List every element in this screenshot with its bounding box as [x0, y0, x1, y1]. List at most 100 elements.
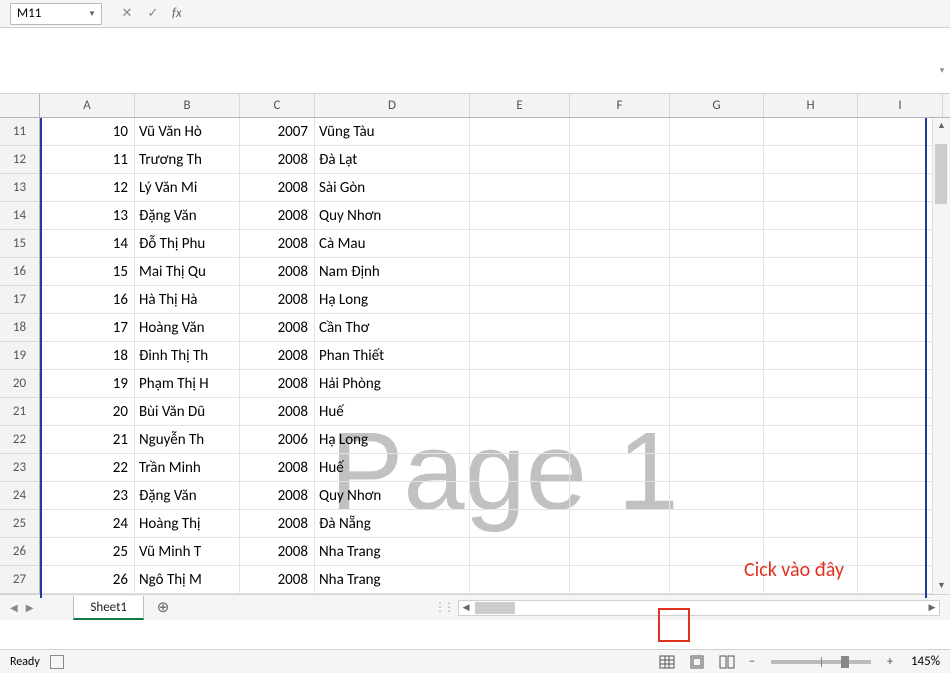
cell[interactable]: 21 [40, 426, 135, 453]
cell[interactable] [470, 426, 570, 453]
cell[interactable] [470, 482, 570, 509]
cell[interactable] [570, 174, 670, 201]
cell[interactable] [764, 398, 858, 425]
zoom-slider[interactable] [771, 660, 871, 664]
cell[interactable]: Lý Văn Mi [135, 174, 240, 201]
cell[interactable] [764, 426, 858, 453]
cell[interactable] [670, 314, 764, 341]
cell[interactable] [858, 538, 943, 565]
cell[interactable]: Hà Thị Hà [135, 286, 240, 313]
cell[interactable] [858, 482, 943, 509]
cell[interactable] [764, 510, 858, 537]
cell[interactable]: Nha Trang [315, 566, 470, 593]
view-page-break-button[interactable] [715, 652, 739, 672]
cell[interactable] [670, 146, 764, 173]
sheet-nav-buttons[interactable]: ◀ ▶ [0, 601, 43, 614]
cell[interactable]: 11 [40, 146, 135, 173]
select-all-triangle[interactable] [0, 94, 40, 117]
cell[interactable]: 26 [40, 566, 135, 593]
cell[interactable] [470, 258, 570, 285]
cell[interactable]: Hoàng Thị [135, 510, 240, 537]
cell[interactable] [670, 118, 764, 145]
row-header[interactable]: 11 [0, 118, 40, 146]
name-box[interactable]: M11 ▼ [10, 3, 102, 25]
cell[interactable]: 19 [40, 370, 135, 397]
cell[interactable] [858, 454, 943, 481]
cell[interactable]: 13 [40, 202, 135, 229]
cell[interactable]: Vũ Minh T [135, 538, 240, 565]
cell[interactable]: 2006 [240, 426, 315, 453]
add-sheet-button[interactable]: ⊕ [152, 597, 174, 619]
cell[interactable] [470, 118, 570, 145]
cell[interactable]: Trương Th [135, 146, 240, 173]
col-header-H[interactable]: H [764, 94, 858, 117]
cell[interactable]: 2008 [240, 230, 315, 257]
cell[interactable] [858, 510, 943, 537]
cell[interactable]: Bùi Văn Dũ [135, 398, 240, 425]
row-header[interactable]: 24 [0, 482, 40, 510]
row-header[interactable]: 23 [0, 454, 40, 482]
cell[interactable]: 24 [40, 510, 135, 537]
cell[interactable] [764, 314, 858, 341]
cell[interactable] [470, 174, 570, 201]
cell[interactable]: 2008 [240, 146, 315, 173]
col-header-A[interactable]: A [40, 94, 135, 117]
cell[interactable]: Phạm Thị H [135, 370, 240, 397]
cell[interactable]: Đà Lạt [315, 146, 470, 173]
col-header-C[interactable]: C [240, 94, 315, 117]
cell[interactable]: Ngô Thị M [135, 566, 240, 593]
cell[interactable]: 2008 [240, 202, 315, 229]
cell[interactable]: 2008 [240, 258, 315, 285]
cell[interactable] [570, 538, 670, 565]
cell[interactable] [670, 342, 764, 369]
cell[interactable] [858, 230, 943, 257]
cell[interactable] [764, 342, 858, 369]
cell[interactable]: Quy Nhơn [315, 482, 470, 509]
cell[interactable] [570, 510, 670, 537]
cell[interactable]: 2008 [240, 286, 315, 313]
sheet-tab-sheet1[interactable]: Sheet1 [73, 596, 144, 620]
cell[interactable]: Hải Phòng [315, 370, 470, 397]
cell[interactable] [670, 230, 764, 257]
scroll-right-icon[interactable]: ▶ [925, 602, 939, 613]
row-header[interactable]: 12 [0, 146, 40, 174]
cell[interactable]: Nguyễn Th [135, 426, 240, 453]
cell[interactable]: Huế [315, 398, 470, 425]
cell[interactable]: 10 [40, 118, 135, 145]
cell[interactable]: Sài Gòn [315, 174, 470, 201]
cell[interactable] [470, 454, 570, 481]
tab-resize-grip[interactable]: ⋮⋮ [434, 600, 452, 615]
cell[interactable] [470, 342, 570, 369]
cell[interactable] [858, 370, 943, 397]
zoom-level[interactable]: 145% [911, 654, 940, 669]
row-header[interactable]: 26 [0, 538, 40, 566]
cell[interactable] [858, 146, 943, 173]
cell[interactable] [858, 342, 943, 369]
cell[interactable]: Hoàng Văn [135, 314, 240, 341]
cell[interactable]: 16 [40, 286, 135, 313]
row-header[interactable]: 20 [0, 370, 40, 398]
row-header[interactable]: 19 [0, 342, 40, 370]
cell[interactable]: 2008 [240, 566, 315, 593]
cell[interactable]: Hạ Long [315, 286, 470, 313]
scroll-down-icon[interactable]: ▼ [933, 578, 950, 594]
cell[interactable]: 2008 [240, 538, 315, 565]
row-header[interactable]: 22 [0, 426, 40, 454]
cell[interactable] [670, 398, 764, 425]
cell[interactable] [764, 118, 858, 145]
vscroll-thumb[interactable] [935, 144, 947, 204]
cell[interactable] [670, 426, 764, 453]
cell[interactable]: Nha Trang [315, 538, 470, 565]
cell[interactable] [570, 202, 670, 229]
col-header-G[interactable]: G [670, 94, 764, 117]
cell[interactable] [858, 398, 943, 425]
cell[interactable] [470, 370, 570, 397]
col-header-D[interactable]: D [315, 94, 470, 117]
col-header-F[interactable]: F [570, 94, 670, 117]
cell[interactable] [570, 566, 670, 593]
cell[interactable]: 17 [40, 314, 135, 341]
col-header-E[interactable]: E [470, 94, 570, 117]
row-header[interactable]: 16 [0, 258, 40, 286]
cell[interactable]: Đà Nẵng [315, 510, 470, 537]
cell[interactable] [570, 398, 670, 425]
